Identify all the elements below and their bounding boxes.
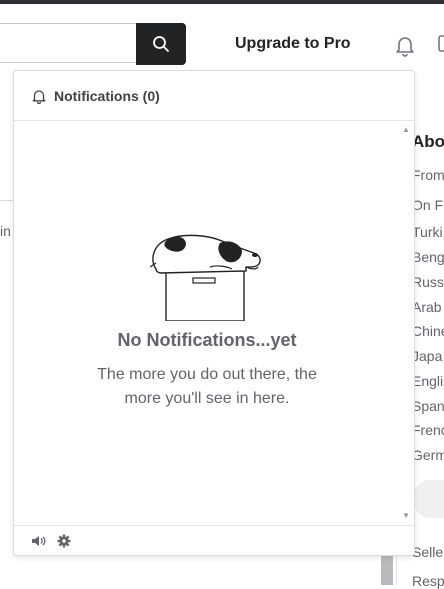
right-column-item: Arab: [412, 299, 442, 315]
right-column-item: Span: [412, 398, 444, 414]
right-column-item: Chine: [412, 323, 444, 339]
search-input[interactable]: [0, 23, 140, 63]
right-column-button[interactable]: [414, 480, 444, 518]
background-panel-edge: [0, 120, 14, 201]
scroll-down-arrow-icon[interactable]: ▼: [402, 511, 410, 520]
notifications-header: Notifications (0): [14, 71, 414, 121]
right-column-item: Russ: [412, 274, 444, 290]
background-cut-text: in: [0, 223, 11, 239]
right-column-item: From: [412, 167, 444, 183]
right-column-title: Abo: [412, 132, 444, 151]
upgrade-to-pro-link[interactable]: Upgrade to Pro: [235, 35, 351, 53]
mail-icon[interactable]: [438, 35, 444, 53]
empty-state-subtitle: The more you do out there, the more you'…: [97, 366, 317, 407]
scroll-up-arrow-icon[interactable]: ▲: [402, 125, 410, 134]
right-column-item: Beng: [412, 249, 444, 265]
right-column-item: On F: [412, 197, 444, 213]
search-button[interactable]: [136, 23, 186, 65]
right-column-item: Turki: [412, 224, 443, 240]
notifications-body: ▲ No Notifications...yet The more you do…: [14, 121, 414, 526]
settings-icon[interactable]: [56, 533, 72, 549]
right-column-item: Frenc: [412, 422, 444, 438]
right-column-item: Japa: [412, 348, 443, 364]
notifications-footer: [14, 525, 414, 556]
right-column-item: Englis: [412, 373, 444, 389]
sound-icon[interactable]: [30, 533, 46, 549]
page-scrollbar-thumb[interactable]: [381, 555, 393, 585]
notifications-panel: Notifications (0) ▲ No Notifications...y…: [13, 70, 415, 556]
empty-state-title: No Notifications...yet: [117, 330, 297, 350]
notifications-title: Notifications (0): [54, 87, 160, 104]
right-column-item: Germ: [412, 447, 444, 463]
bell-icon: [32, 89, 46, 104]
right-column-item: Resp: [412, 573, 444, 589]
sleeping-dog-illustration: [150, 234, 261, 321]
top-bar: [0, 0, 444, 4]
right-column-item: Selle: [412, 544, 444, 560]
search-icon: [153, 36, 169, 52]
bell-icon[interactable]: [393, 33, 417, 57]
